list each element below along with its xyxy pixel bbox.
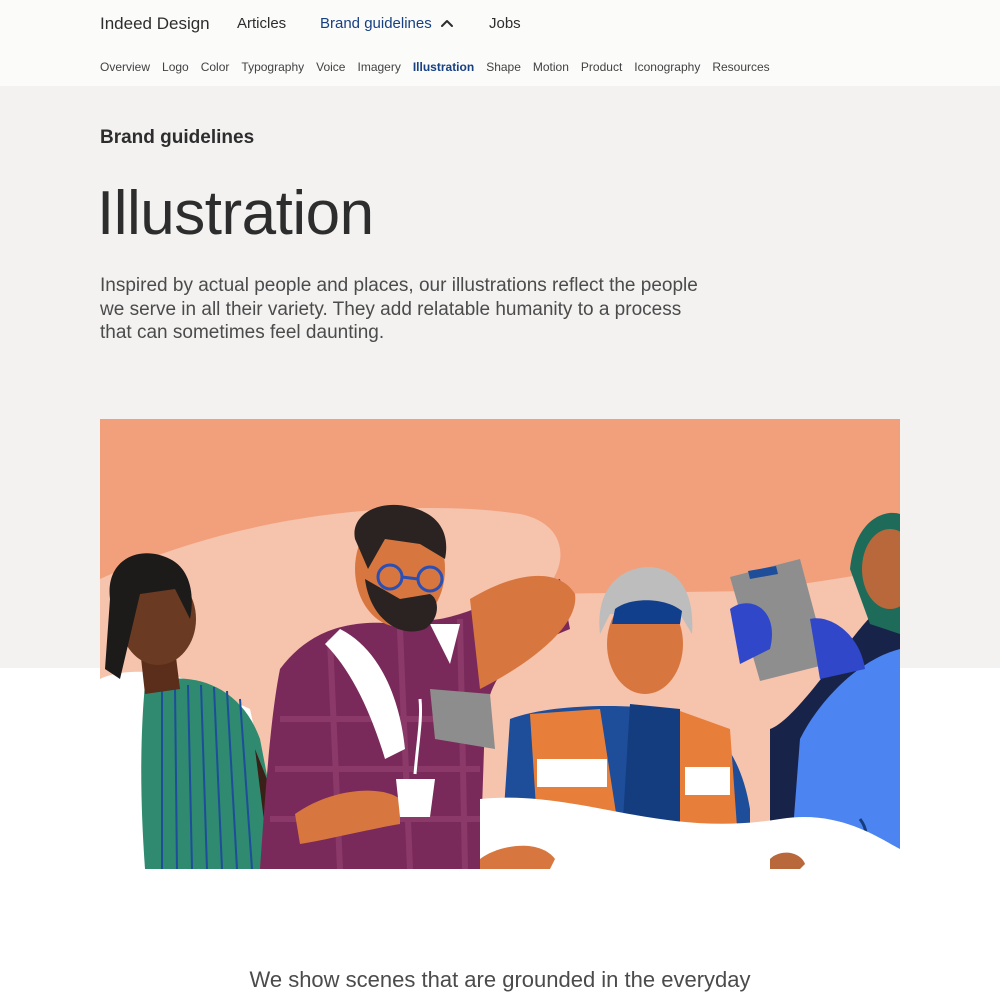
chevron-up-icon[interactable]	[440, 17, 454, 29]
subnav-color[interactable]: Color	[201, 59, 230, 75]
subnav-imagery[interactable]: Imagery	[357, 59, 400, 75]
subnav-voice[interactable]: Voice	[316, 59, 345, 75]
nav-jobs[interactable]: Jobs	[489, 14, 521, 34]
subnav-shape[interactable]: Shape	[486, 59, 521, 75]
lead-paragraph: Inspired by actual people and places, ou…	[100, 275, 698, 343]
subnav-illustration[interactable]: Illustration	[413, 59, 474, 75]
brand-subnav: Overview Logo Color Typography Voice Ima…	[100, 59, 770, 75]
subnav-overview[interactable]: Overview	[100, 59, 150, 75]
brand-logo-link[interactable]: Indeed Design	[100, 14, 210, 34]
subnav-typography[interactable]: Typography	[241, 59, 304, 75]
intro-paragraph: We show scenes that are grounded in the …	[249, 967, 751, 992]
subnav-motion[interactable]: Motion	[533, 59, 569, 75]
nav-brand-guidelines[interactable]: Brand guidelines	[320, 14, 432, 34]
page-title: Illustration	[97, 179, 374, 248]
hero-illustration	[100, 419, 900, 869]
top-navigation: Indeed Design Articles Brand guidelines …	[0, 0, 1000, 86]
subnav-logo[interactable]: Logo	[162, 59, 189, 75]
subnav-resources[interactable]: Resources	[712, 59, 769, 75]
nav-articles[interactable]: Articles	[237, 14, 286, 34]
section-eyebrow: Brand guidelines	[100, 127, 255, 148]
subnav-iconography[interactable]: Iconography	[634, 59, 700, 75]
subnav-product[interactable]: Product	[581, 59, 622, 75]
